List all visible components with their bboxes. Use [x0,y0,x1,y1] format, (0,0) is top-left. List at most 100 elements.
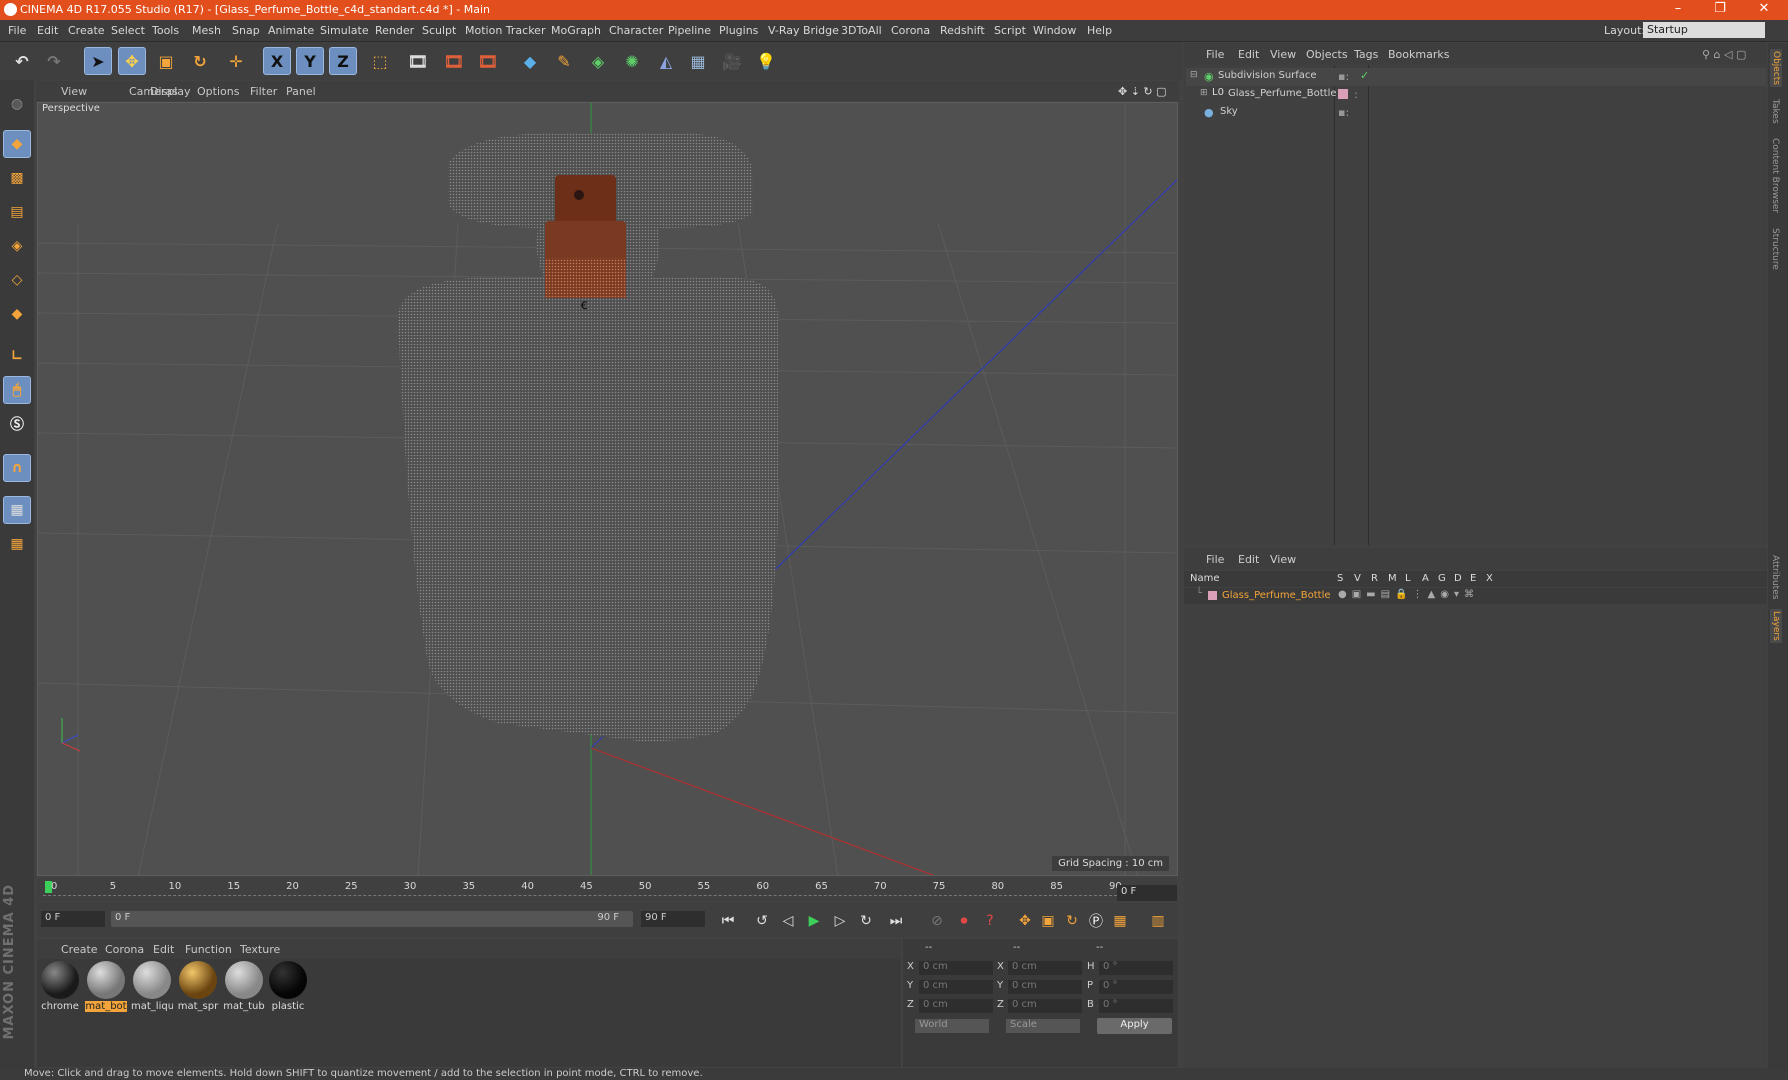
objmgr-menu-file[interactable]: File [1206,48,1224,61]
material-mat-spr[interactable]: mat_spr [177,959,219,1019]
floor-icon[interactable]: ▦ [684,47,712,75]
coord-system-select[interactable]: World [915,1019,989,1033]
solo-icon[interactable]: Ⓢ [3,410,31,438]
axis-mode-icon[interactable]: ∟ [3,342,31,370]
objmgr-search-icon[interactable]: ⚲ ⌂ ◁ ▢ [1702,48,1746,61]
tab-takes[interactable]: Takes [1770,99,1780,124]
laymgr-menu-file[interactable]: File [1206,553,1224,566]
rotate-icon[interactable]: ↻ [186,47,214,75]
move-all-icon[interactable]: ✛ [222,47,250,75]
menu-sculpt[interactable]: Sculpt [422,24,456,37]
tab-structure[interactable]: Structure [1770,228,1780,270]
objmgr-menu-objects[interactable]: Objects [1306,48,1348,61]
layout-select[interactable]: Startup [1643,22,1765,38]
next-frame-icon[interactable]: ▷ [829,910,851,932]
world-coord-icon[interactable]: ⬚ [366,47,394,75]
menu-3dtoall[interactable]: 3DToAll [841,24,882,37]
size-z-field[interactable]: 0 cm [1008,999,1082,1013]
menu-snap[interactable]: Snap [232,24,260,37]
position-z-field[interactable]: 0 cm [919,999,993,1013]
laymgr-menu-edit[interactable]: Edit [1238,553,1259,566]
menu-pipeline[interactable]: Pipeline [668,24,711,37]
menu-help[interactable]: Help [1087,24,1112,37]
menu-render[interactable]: Render [375,24,414,37]
cube-primitive-icon[interactable]: ◆ [516,47,544,75]
objmgr-menu-bookmarks[interactable]: Bookmarks [1388,48,1449,61]
menu-redshift[interactable]: Redshift [940,24,985,37]
key-rotate-icon[interactable]: ↻ [1061,910,1083,932]
rotation-h-field[interactable]: 0 ° [1099,961,1173,975]
light-icon[interactable]: 💡 [752,47,780,75]
rotation-p-field[interactable]: 0 ° [1099,980,1173,994]
end-frame-field[interactable]: 90 F [641,911,705,927]
undo-icon[interactable]: ↶ [8,47,36,75]
material-menu-edit[interactable]: Edit [153,943,174,956]
restore-button[interactable]: ❐ [1700,1,1740,16]
next-key-icon[interactable]: ↻ [855,910,877,932]
viewport-nav-icon[interactable]: ✥ ⇣ ↻ ▢ [1118,85,1167,98]
goto-end-icon[interactable]: ⏭ [885,910,907,932]
viewport-menu-view[interactable]: View [61,85,87,98]
axis-y-button[interactable]: Y [296,47,324,75]
model-mode-icon[interactable]: ◆ [3,130,31,158]
tab-attributes[interactable]: Attributes [1770,555,1780,599]
cloner-icon[interactable]: ✺ [618,47,646,75]
prev-key-icon[interactable]: ↺ [751,910,773,932]
material-mat-bot[interactable]: mat_bot [85,959,127,1019]
pen-spline-icon[interactable]: ✎ [550,47,578,75]
material-chrome[interactable]: chrome [39,959,81,1019]
size-x-field[interactable]: 0 cm [1008,961,1082,975]
menu-simulate[interactable]: Simulate [320,24,369,37]
tweak-mode-icon[interactable]: 🖱 [3,376,31,404]
viewport-menu-panel[interactable]: Panel [286,85,316,98]
goto-start-icon[interactable]: ⏮ [717,910,739,932]
scale-icon[interactable]: ▣ [152,47,180,75]
render-view-icon[interactable]: 🎞 [404,47,432,75]
object-row-subdivision[interactable]: ⊟ ◉ Subdivision Surface ▪: ✓ [1186,68,1766,86]
enabled-check-icon[interactable]: ✓ [1360,69,1369,82]
coord-scale-select[interactable]: Scale [1006,1019,1080,1033]
objmgr-menu-view[interactable]: View [1270,48,1296,61]
material-menu-create[interactable]: Create [61,943,98,956]
menu-motion-tracker[interactable]: Motion Tracker [465,24,545,37]
polygons-mode-icon[interactable]: ◆ [3,300,31,328]
menu-corona[interactable]: Corona [891,24,930,37]
key-pla-icon[interactable]: ▦ [1109,910,1131,932]
snap-magnet-icon[interactable]: ∩ [3,454,31,482]
tab-objects[interactable]: Objects [1770,49,1782,88]
menu-vray-bridge[interactable]: V-Ray Bridge [768,24,839,37]
tab-layers[interactable]: Layers [1770,609,1782,643]
points-mode-icon[interactable]: ◈ [3,232,31,260]
visibility-dots-icon[interactable]: ▪: [1338,70,1349,83]
menu-script[interactable]: Script [994,24,1026,37]
menu-mograph[interactable]: MoGraph [551,24,601,37]
layer-color-swatch[interactable] [1338,89,1348,99]
menu-animate[interactable]: Animate [268,24,314,37]
play-icon[interactable]: ▶ [803,910,825,932]
key-move-icon[interactable]: ✥ [1014,910,1036,932]
render-picture-viewer-icon[interactable]: 🎞 [440,47,468,75]
size-y-field[interactable]: 0 cm [1008,980,1082,994]
object-row-sky[interactable]: ● Sky ▪: [1186,104,1766,122]
key-scale-icon[interactable]: ▣ [1037,910,1059,932]
texture-mode-icon[interactable]: ▩ [3,164,31,192]
position-y-field[interactable]: 0 cm [919,980,993,994]
layer-row[interactable]: └ Glass_Perfume_Bottle ●▣▬▤🔒⋮▲◉▾⌘ [1184,588,1767,604]
lock-workplane-icon[interactable]: ▦ [3,496,31,524]
subdivision-icon[interactable]: ◈ [584,47,612,75]
viewport-perspective[interactable]: ꞓ Perspective Grid Spacing : 10 cm [37,102,1178,876]
apply-button[interactable]: Apply [1097,1018,1172,1034]
material-menu-corona[interactable]: Corona [105,943,144,956]
menu-file[interactable]: File [8,24,26,37]
object-row-glass-perfume-bottle[interactable]: ⊞ L0 Glass_Perfume_Bottle : [1186,86,1766,104]
record-icon[interactable]: ⏺ [953,910,975,932]
planar-workplane-icon[interactable]: ▦ [3,530,31,558]
menu-window[interactable]: Window [1033,24,1076,37]
menu-create[interactable]: Create [68,24,105,37]
material-menu-function[interactable]: Function [185,943,232,956]
menu-tools[interactable]: Tools [152,24,179,37]
material-plastic[interactable]: plastic [267,959,309,1019]
move-icon[interactable]: ✥ [118,47,146,75]
axis-z-button[interactable]: Z [329,47,357,75]
timeline-icon[interactable]: ▥ [1147,910,1169,932]
